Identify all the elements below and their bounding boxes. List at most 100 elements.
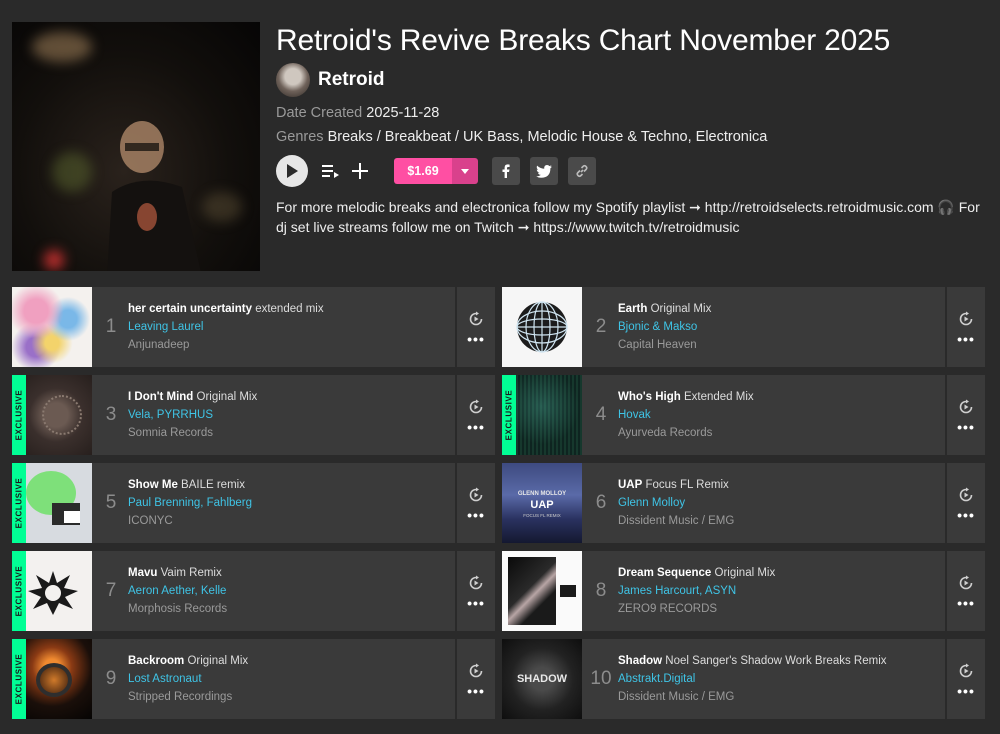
track-mix[interactable]: Original Mix <box>651 303 712 315</box>
track-artists[interactable]: Abstrakt.Digital <box>618 672 943 686</box>
track-row[interactable]: 8 Dream Sequence Original Mix James Harc… <box>502 551 985 631</box>
more-dots-icon[interactable]: ••• <box>957 332 975 346</box>
add-to-playlist-button[interactable] <box>352 163 368 179</box>
track-title[interactable]: Who's High Extended Mix <box>618 390 943 404</box>
price-dropdown[interactable] <box>452 158 478 184</box>
add-to-queue-button[interactable] <box>322 163 340 179</box>
play-circle-icon[interactable] <box>468 487 484 503</box>
more-dots-icon[interactable]: ••• <box>467 420 485 434</box>
track-name[interactable]: Dream Sequence <box>618 567 711 579</box>
track-name[interactable]: Show Me <box>128 479 178 491</box>
play-circle-icon[interactable] <box>468 575 484 591</box>
buy-chart-button[interactable]: $1.69 <box>394 158 478 184</box>
play-circle-icon[interactable] <box>468 399 484 415</box>
more-dots-icon[interactable]: ••• <box>467 508 485 522</box>
track-artists[interactable]: Leaving Laurel <box>128 320 453 334</box>
track-name[interactable]: Shadow <box>618 655 662 667</box>
play-circle-icon[interactable] <box>958 399 974 415</box>
share-twitter-button[interactable] <box>530 157 558 185</box>
track-artwork[interactable]: EXCLUSIVE <box>12 375 92 455</box>
play-circle-icon[interactable] <box>958 575 974 591</box>
track-mix[interactable]: Vaim Remix <box>161 567 222 579</box>
play-circle-icon[interactable] <box>958 311 974 327</box>
track-name[interactable]: Who's High <box>618 391 681 403</box>
track-row[interactable]: EXCLUSIVE 4 Who's High Extended Mix Hova… <box>502 375 985 455</box>
track-artwork[interactable]: SHADOW <box>502 639 582 719</box>
play-circle-icon[interactable] <box>958 663 974 679</box>
more-dots-icon[interactable]: ••• <box>467 332 485 346</box>
track-artists[interactable]: James Harcourt, ASYN <box>618 584 943 598</box>
track-name[interactable]: her certain uncertainty <box>128 303 252 315</box>
track-label[interactable]: ICONYC <box>128 514 453 528</box>
track-mix[interactable]: Original Mix <box>187 655 248 667</box>
track-label[interactable]: Dissident Music / EMG <box>618 690 943 704</box>
track-mix[interactable]: extended mix <box>255 303 323 315</box>
track-mix[interactable]: Original Mix <box>715 567 776 579</box>
track-label[interactable]: ZERO9 RECORDS <box>618 602 943 616</box>
more-dots-icon[interactable]: ••• <box>957 596 975 610</box>
copy-link-button[interactable] <box>568 157 596 185</box>
track-title[interactable]: her certain uncertainty extended mix <box>128 302 453 316</box>
artist-avatar[interactable] <box>276 63 310 97</box>
track-name[interactable]: Earth <box>618 303 647 315</box>
more-dots-icon[interactable]: ••• <box>957 508 975 522</box>
artist-name[interactable]: Retroid <box>318 69 385 91</box>
track-artists[interactable]: Hovak <box>618 408 943 422</box>
track-row[interactable]: EXCLUSIVE 5 Show Me BAILE remix Paul Bre… <box>12 463 495 543</box>
track-name[interactable]: Backroom <box>128 655 184 667</box>
track-name[interactable]: I Don't Mind <box>128 391 193 403</box>
track-mix[interactable]: BAILE remix <box>181 479 245 491</box>
track-artists[interactable]: Lost Astronaut <box>128 672 453 686</box>
track-label[interactable]: Dissident Music / EMG <box>618 514 943 528</box>
track-row[interactable]: 2 Earth Original Mix Bjonic & Makso Capi… <box>502 287 985 367</box>
track-title[interactable]: Mavu Vaim Remix <box>128 566 453 580</box>
track-mix[interactable]: Noel Sanger's Shadow Work Breaks Remix <box>665 655 886 667</box>
track-row[interactable]: EXCLUSIVE 9 Backroom Original Mix Lost A… <box>12 639 495 719</box>
play-circle-icon[interactable] <box>468 663 484 679</box>
track-label[interactable]: Capital Heaven <box>618 338 943 352</box>
track-artwork[interactable] <box>12 287 92 367</box>
track-label[interactable]: Morphosis Records <box>128 602 453 616</box>
track-title[interactable]: Earth Original Mix <box>618 302 943 316</box>
more-dots-icon[interactable]: ••• <box>467 596 485 610</box>
track-artwork[interactable]: EXCLUSIVE <box>12 639 92 719</box>
track-artists[interactable]: Glenn Molloy <box>618 496 943 510</box>
track-artists[interactable]: Paul Brenning, Fahlberg <box>128 496 453 510</box>
track-title[interactable]: UAP Focus FL Remix <box>618 478 943 492</box>
track-row[interactable]: EXCLUSIVE 3 I Don't Mind Original Mix Ve… <box>12 375 495 455</box>
track-artwork[interactable]: EXCLUSIVE <box>12 551 92 631</box>
genres-value[interactable]: Breaks / Breakbeat / UK Bass, Melodic Ho… <box>328 129 768 145</box>
track-label[interactable]: Anjunadeep <box>128 338 453 352</box>
price-label[interactable]: $1.69 <box>394 158 452 184</box>
share-facebook-button[interactable] <box>492 157 520 185</box>
more-dots-icon[interactable]: ••• <box>957 684 975 698</box>
play-circle-icon[interactable] <box>468 311 484 327</box>
track-row[interactable]: SHADOW 10 Shadow Noel Sanger's Shadow Wo… <box>502 639 985 719</box>
track-title[interactable]: Dream Sequence Original Mix <box>618 566 943 580</box>
chart-artist[interactable]: Retroid <box>276 63 385 97</box>
track-label[interactable]: Ayurveda Records <box>618 426 943 440</box>
track-artwork[interactable]: EXCLUSIVE <box>502 375 582 455</box>
track-artwork[interactable] <box>502 551 582 631</box>
more-dots-icon[interactable]: ••• <box>467 684 485 698</box>
track-mix[interactable]: Extended Mix <box>684 391 754 403</box>
track-title[interactable]: Show Me BAILE remix <box>128 478 453 492</box>
track-row[interactable]: EXCLUSIVE 7 Mavu Vaim Remix Aeron Aether… <box>12 551 495 631</box>
track-name[interactable]: Mavu <box>128 567 157 579</box>
track-title[interactable]: I Don't Mind Original Mix <box>128 390 453 404</box>
track-artists[interactable]: Aeron Aether, Kelle <box>128 584 453 598</box>
track-artists[interactable]: Vela, PYRRHUS <box>128 408 453 422</box>
track-label[interactable]: Somnia Records <box>128 426 453 440</box>
track-artwork[interactable] <box>502 287 582 367</box>
track-mix[interactable]: Original Mix <box>197 391 258 403</box>
track-title[interactable]: Shadow Noel Sanger's Shadow Work Breaks … <box>618 654 943 668</box>
track-row[interactable]: GLENN MOLLOY UAP FOCUS FL REMIX 6 UAP Focu… <box>502 463 985 543</box>
track-title[interactable]: Backroom Original Mix <box>128 654 453 668</box>
track-row[interactable]: 1 her certain uncertainty extended mix L… <box>12 287 495 367</box>
track-mix[interactable]: Focus FL Remix <box>645 479 728 491</box>
track-artwork[interactable]: GLENN MOLLOY UAP FOCUS FL REMIX <box>502 463 582 543</box>
more-dots-icon[interactable]: ••• <box>957 420 975 434</box>
track-name[interactable]: UAP <box>618 479 642 491</box>
track-artwork[interactable]: EXCLUSIVE <box>12 463 92 543</box>
play-circle-icon[interactable] <box>958 487 974 503</box>
